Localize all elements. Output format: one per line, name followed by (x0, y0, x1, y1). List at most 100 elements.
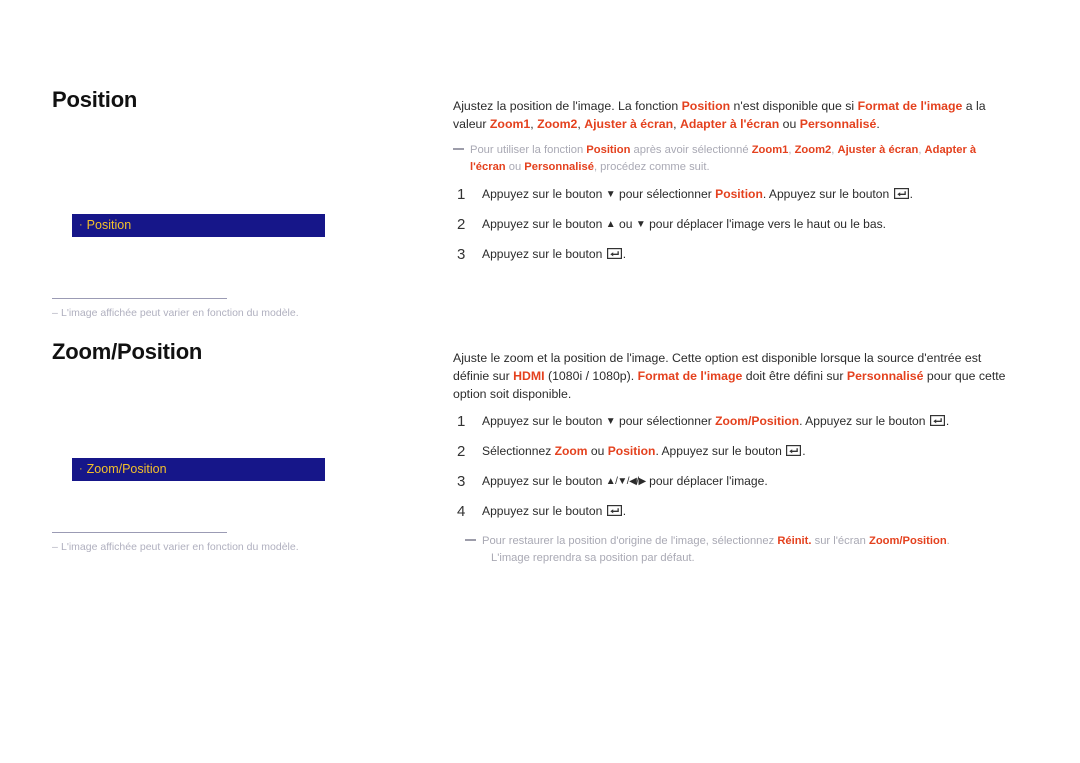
note-dash-icon (453, 148, 464, 151)
term-format-image: Format de l'image (857, 99, 963, 113)
term-hdmi: HDMI (513, 369, 545, 384)
osd-menu-item-position[interactable]: · Position (72, 214, 325, 237)
term-personnalise: Personnalisé (846, 369, 924, 384)
step-number: 2 (457, 443, 466, 461)
step-text: . (622, 503, 627, 518)
note-text: Pour restaurer la position d'origine de … (482, 534, 778, 547)
note-text: ou (505, 160, 525, 173)
step-text: Appuyez sur le bouton (482, 186, 606, 201)
position-note: Pour utiliser la fonction Position après… (453, 142, 1013, 176)
zoom-position-steps: 1 Appuyez sur le bouton ▼ pour sélectionn… (453, 413, 1013, 520)
desc-text: , (673, 117, 680, 132)
osd-menu-item-label: Position (86, 218, 132, 232)
down-arrow-icon: ▼ (605, 416, 616, 428)
term-zoom1: Zoom1 (489, 117, 531, 132)
step-text: Appuyez sur le bouton (482, 216, 606, 231)
step-number: 4 (457, 502, 466, 520)
footnote-text-line: – L'image affichée peut varier en fonctio… (52, 540, 392, 554)
step-text: pour déplacer l'image. (645, 474, 768, 489)
footnote-text: L'image affichée peut varier en fonction… (61, 541, 299, 553)
term-zoom2: Zoom2 (794, 144, 832, 157)
zoomposition-left-column: Zoom/Position · Zoom/Position – L'image af… (52, 339, 432, 553)
term-ajuster-ecran: Ajuster à écran (837, 144, 919, 157)
desc-text: (1080i / 1080p). (544, 369, 638, 384)
position-right-column: Ajustez la position de l'image. La fonct… (453, 97, 1013, 275)
note-text: L'image reprendra sa position par défaut… (491, 551, 695, 564)
zoom-position-note: Pour restaurer la position d'origine de … (465, 533, 1013, 567)
step-text: pour sélectionner (615, 186, 716, 201)
step-text: Appuyez sur le bouton (482, 503, 606, 518)
enter-key-icon (606, 247, 622, 259)
step-item: 3 Appuyez sur le bouton . (453, 246, 1013, 263)
step-number: 1 (457, 185, 466, 203)
term-zoom-position: Zoom/Position (715, 414, 800, 429)
position-steps: 1 Appuyez sur le bouton ▼ pour sélectionn… (453, 186, 1013, 263)
osd-menu-item-zoom-position[interactable]: · Zoom/Position (72, 458, 325, 481)
term-position: Position (681, 99, 731, 113)
step-number: 1 (457, 413, 466, 431)
footnote-divider (52, 298, 227, 299)
step-text: Appuyez sur le bouton (482, 246, 606, 261)
osd-menu-item-label: Zoom/Position (86, 462, 167, 476)
term-personnalise: Personnalisé (524, 160, 594, 173)
footnote-divider (52, 532, 227, 533)
note-dash-icon (465, 538, 476, 541)
page-title-zoom-position: Zoom/Position (52, 339, 203, 364)
footnote-dash-icon: – (52, 541, 58, 553)
step-item: 3 Appuyez sur le bouton ▲/▼/◀/▶ pour dépl… (453, 473, 1013, 490)
step-text: . (622, 246, 627, 261)
term-ajuster-ecran: Ajuster à écran (584, 117, 674, 132)
step-item: 1 Appuyez sur le bouton ▼ pour sélectionn… (453, 186, 1013, 203)
up-arrow-icon: ▲ (605, 218, 616, 230)
step-text: pour sélectionner (615, 414, 716, 429)
step-text: . Appuyez sur le bouton (799, 414, 929, 429)
down-arrow-icon: ▼ (635, 218, 646, 230)
footnote-text-line: – L'image affichée peut varier en fonctio… (52, 306, 392, 320)
step-text: ou (587, 444, 608, 459)
note-text: après avoir sélectionné (630, 144, 752, 157)
down-arrow-icon: ▼ (605, 188, 616, 200)
osd-bullet-icon: · (79, 463, 83, 475)
step-text: . Appuyez sur le bouton (762, 186, 893, 201)
desc-text: Ajustez la position de l'image. La fonct… (453, 99, 682, 113)
note-text: Pour utiliser la fonction (470, 144, 587, 157)
desc-text: doit être défini sur (742, 369, 847, 384)
step-text: . (802, 444, 806, 459)
footnote-text: L'image affichée peut varier en fonction… (61, 307, 299, 319)
desc-text: ou (779, 117, 800, 132)
enter-key-icon (606, 504, 622, 516)
osd-bullet-icon: · (79, 219, 83, 231)
note-text: sur l'écran (811, 534, 869, 547)
zoomposition-footnote: – L'image affichée peut varier en fonctio… (52, 532, 392, 554)
term-zoom1: Zoom1 (751, 144, 789, 157)
step-text: . (945, 414, 950, 429)
note-text: . (946, 534, 950, 547)
step-item: 4 Appuyez sur le bouton . (453, 503, 1013, 520)
term-zoom: Zoom (554, 444, 588, 459)
term-position: Position (586, 144, 631, 157)
desc-text: n'est disponible que si (730, 99, 858, 113)
term-personnalise: Personnalisé (799, 117, 877, 132)
term-position: Position (607, 444, 656, 459)
term-reinit: Réinit. (777, 534, 812, 547)
note-text: , procédez comme suit. (593, 160, 710, 173)
zoom-position-description: Ajuste le zoom et la position de l'image… (453, 349, 1013, 403)
step-text: ou (615, 216, 636, 231)
enter-key-icon (786, 445, 802, 457)
footnote-dash-icon: – (52, 307, 58, 319)
step-text: Appuyez sur le bouton (482, 414, 606, 429)
step-text: . Appuyez sur le bouton (655, 444, 786, 459)
step-number: 3 (457, 473, 466, 491)
step-text: pour déplacer l'image vers le haut ou le… (645, 216, 887, 231)
term-adapter-ecran: Adapter à l'écran (679, 117, 780, 132)
step-number: 3 (457, 245, 466, 263)
step-item: 1 Appuyez sur le bouton ▼ pour sélectionn… (453, 413, 1013, 430)
step-text: . (909, 186, 913, 201)
position-description: Ajustez la position de l'image. La fonct… (453, 97, 1013, 133)
manual-page: Position · Position – L'image affichée peu… (0, 0, 1080, 763)
step-item: 2 Sélectionnez Zoom ou Position. Appuyez … (453, 443, 1013, 460)
enter-key-icon (929, 415, 945, 427)
term-zoom-position: Zoom/Position (868, 534, 947, 547)
zoomposition-right-column: Ajuste le zoom et la position de l'image… (453, 349, 1013, 566)
desc-text: . (876, 117, 880, 132)
